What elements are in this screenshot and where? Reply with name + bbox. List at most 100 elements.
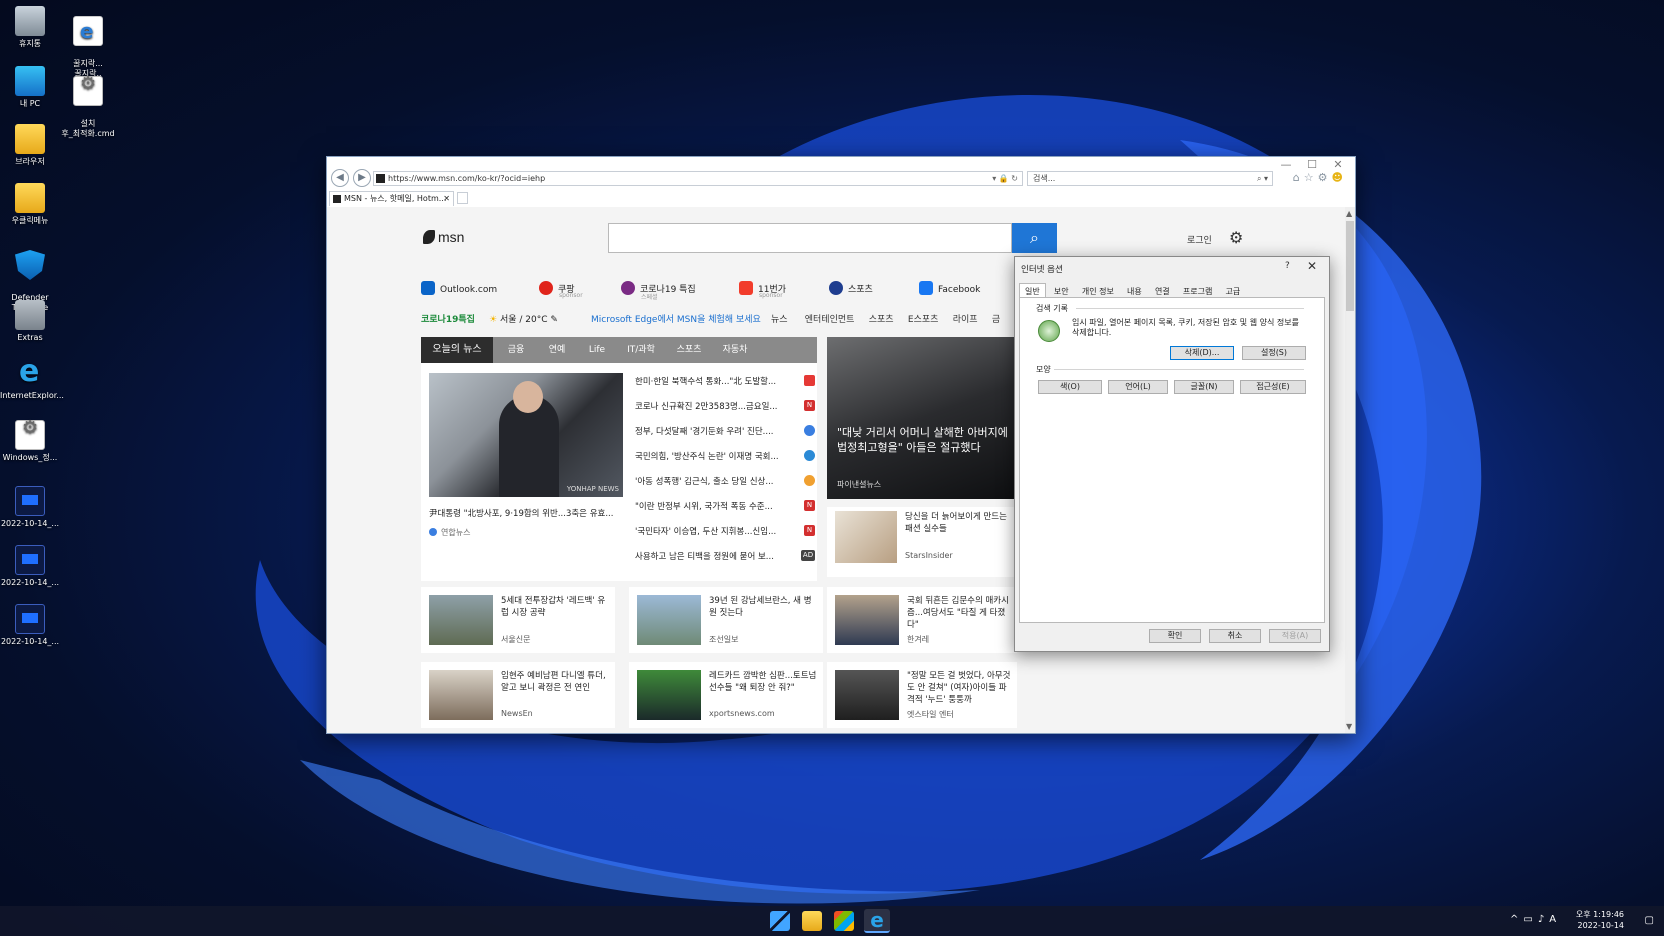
- scroll-up-icon[interactable]: ▲: [1346, 209, 1352, 218]
- volume-icon[interactable]: ♪: [1538, 914, 1549, 925]
- msn-search-button[interactable]: ⌕: [1012, 223, 1057, 253]
- desktop-icon-my-pc[interactable]: 내 PC: [0, 66, 60, 109]
- close-button[interactable]: ✕: [1325, 157, 1351, 173]
- languages-button[interactable]: 언어(L): [1108, 380, 1168, 394]
- news-card[interactable]: 5세대 전투장갑차 '레드백' 유럽 시장 공략 서울신문: [421, 587, 615, 653]
- tab-it-science[interactable]: IT/과학: [617, 337, 665, 363]
- feature-source: 파이낸셜뉴스: [837, 480, 882, 489]
- tray-chevron-icon[interactable]: ^: [1510, 914, 1523, 925]
- help-button[interactable]: ?: [1285, 261, 1290, 271]
- nav-esports[interactable]: E스포츠: [908, 315, 939, 325]
- source-badge-icon: [804, 425, 815, 436]
- news-card[interactable]: "정말 모든 걸 벗었다, 아무것도 안 걸쳐" (여자)아이들 파격적 '누드…: [827, 662, 1017, 728]
- clock[interactable]: 오후 1:19:46 2022-10-14: [1576, 909, 1624, 931]
- lead-news-headline[interactable]: 尹대통령 "北방사포, 9·19합의 위반...3축은 유효...: [429, 507, 623, 519]
- network-icon[interactable]: ▭: [1523, 914, 1537, 925]
- headline-item[interactable]: 코로나 신규확진 2만3583명...금요일... N: [635, 400, 815, 412]
- store-icon[interactable]: [834, 911, 854, 931]
- edit-pencil-icon[interactable]: ✎: [550, 315, 558, 325]
- quick-link-facebook[interactable]: Facebook: [919, 281, 980, 295]
- desktop-icon-screenshot[interactable]: 2022-10-14_...: [0, 486, 60, 529]
- news-card[interactable]: 당신을 더 늙어보이게 만드는 패션 실수들 StarsInsider: [827, 507, 1017, 577]
- maximize-button[interactable]: ☐: [1299, 157, 1325, 173]
- headline-item[interactable]: '국민타자' 이승엽, 두산 지휘봉...신임... N: [635, 525, 815, 537]
- file-explorer-icon[interactable]: [802, 911, 822, 931]
- new-tab-button[interactable]: [457, 192, 468, 204]
- delete-history-button[interactable]: 삭제(D)...: [1170, 346, 1234, 360]
- group-divider: [1076, 308, 1304, 309]
- news-card[interactable]: 국회 뒤흔든 김문수의 매카시즘...여당서도 "타질 게 타졌다" 한겨레: [827, 587, 1017, 653]
- history-settings-button[interactable]: 설정(S): [1242, 346, 1306, 360]
- desktop-icon-label: Extras: [17, 333, 43, 342]
- cancel-button[interactable]: 취소: [1209, 629, 1261, 643]
- headline-item[interactable]: 사용하고 남은 티백을 정원에 묻어 보... AD: [635, 550, 815, 562]
- dialog-close-button[interactable]: ✕: [1307, 259, 1317, 273]
- scroll-down-icon[interactable]: ▼: [1346, 722, 1352, 731]
- headline-item[interactable]: 한미·한일 북핵수석 통화..."北 도발할...: [635, 375, 815, 387]
- weather-widget[interactable]: ☀ 서울 / 20°C ✎: [489, 312, 558, 325]
- desktop-icon-internet-explorer[interactable]: InternetExplor...: [0, 354, 64, 401]
- address-actions-icon[interactable]: ▾ 🔒 ↻: [992, 172, 1018, 185]
- msn-search-input[interactable]: [608, 223, 1012, 253]
- feature-news-card[interactable]: "대낮 거리서 어머니 살해한 아버지에 법정최고형을" 아들은 절규했다 파이…: [827, 337, 1017, 499]
- msn-logo[interactable]: msn: [423, 229, 464, 245]
- desktop-icon-cmd[interactable]: 설치 후_최적화.cmd: [58, 66, 118, 149]
- address-bar[interactable]: https://www.msn.com/ko-kr/?ocid=iehp ▾ 🔒…: [373, 171, 1023, 186]
- edge-promo-link[interactable]: Microsoft Edge에서 MSN을 체험해 보세요: [591, 312, 761, 325]
- desktop-icon-screenshot[interactable]: 2022-10-14_...: [0, 545, 60, 588]
- fonts-button[interactable]: 글꼴(N): [1174, 380, 1234, 394]
- settings-gear-icon[interactable]: ⚙: [1229, 228, 1243, 247]
- quick-link-coupang[interactable]: 쿠팡 sponsor: [539, 281, 583, 299]
- tab-auto[interactable]: 자동차: [713, 337, 757, 363]
- news-card[interactable]: 임현주 예비남편 다니엘 튜더, 알고 보니 곽정은 전 연인 NewsEn: [421, 662, 615, 728]
- tab-sports[interactable]: 스포츠: [667, 337, 711, 363]
- card-source: 엣스타일 엔터: [907, 710, 954, 719]
- headline-item[interactable]: "이란 반정부 시위, 국가적 폭동 수준... N: [635, 500, 815, 512]
- tab-finance[interactable]: 금융: [497, 337, 535, 363]
- login-link[interactable]: 로그인: [1187, 233, 1212, 246]
- desktop-icon-browser-folder[interactable]: 브라우저: [0, 124, 60, 167]
- forward-button[interactable]: ▶: [353, 169, 371, 187]
- desktop-icon-recycle-bin[interactable]: 휴지통: [0, 6, 60, 49]
- quick-link-11st[interactable]: 11번가 sponsor: [739, 281, 786, 299]
- tab-close-icon[interactable]: ✕: [443, 192, 450, 206]
- quick-link-covid[interactable]: 코로나19 특집 스페셜: [621, 281, 696, 301]
- lead-news-image[interactable]: YONHAP NEWS: [429, 373, 623, 497]
- headline-item[interactable]: 국민의힘, '방산주식 논란' 이재명 국회...: [635, 450, 815, 462]
- ime-indicator[interactable]: A: [1549, 914, 1561, 925]
- back-button[interactable]: ◀: [331, 169, 349, 187]
- headline-item[interactable]: '아동 성폭행' 김근식, 출소 당일 신상...: [635, 475, 815, 487]
- quick-link-sports[interactable]: 스포츠: [829, 281, 873, 295]
- colors-button[interactable]: 색(O): [1038, 380, 1102, 394]
- internet-explorer-taskbar-icon[interactable]: e: [864, 909, 890, 933]
- ok-button[interactable]: 확인: [1149, 629, 1201, 643]
- covid-special-link[interactable]: 코로나19특집: [421, 312, 475, 325]
- start-windows-icon[interactable]: [770, 911, 790, 931]
- desktop-icon-windows-settings[interactable]: Windows_정...: [0, 420, 60, 463]
- tab-entertainment[interactable]: 연예: [537, 337, 577, 363]
- quick-link-outlook[interactable]: Outlook.com: [421, 281, 497, 295]
- tab-today-news[interactable]: 오늘의 뉴스: [421, 337, 493, 363]
- nav-entertainment[interactable]: 엔터테인먼트: [805, 315, 855, 325]
- notification-icon[interactable]: ▢: [1645, 915, 1654, 926]
- nav-sports[interactable]: 스포츠: [869, 315, 894, 325]
- nav-life[interactable]: 라이프: [953, 315, 978, 325]
- desktop-icon-label: InternetExplor...: [0, 391, 64, 400]
- vertical-scrollbar[interactable]: ▲ ▼: [1345, 207, 1355, 733]
- news-card[interactable]: 레드카드 깜박한 심판...토트넘 선수들 "왜 퇴장 안 줘?" xports…: [629, 662, 823, 728]
- headline-item[interactable]: 정부, 다섯달째 '경기둔화 우려' 진단....: [635, 425, 815, 437]
- desktop-icon-screenshot[interactable]: 2022-10-14_...: [0, 604, 60, 647]
- minimize-button[interactable]: —: [1273, 157, 1299, 173]
- accessibility-button[interactable]: 접근성(E): [1240, 380, 1306, 394]
- tab-life[interactable]: Life: [579, 337, 615, 363]
- nav-news[interactable]: 뉴스: [771, 315, 788, 325]
- search-icon[interactable]: ⌕ ▾: [1257, 172, 1268, 185]
- tab-msn[interactable]: MSN - 뉴스, 핫메일, Hotm... ✕: [329, 191, 454, 206]
- news-card[interactable]: 39년 된 강남세브란스, 새 병원 짓는다 조선일보: [629, 587, 823, 653]
- desktop-icon-context-folder[interactable]: 우클릭메뉴: [0, 183, 60, 226]
- nav-finance[interactable]: 금: [992, 315, 1000, 325]
- desktop-icon-extras[interactable]: Extras: [0, 300, 60, 343]
- scroll-thumb[interactable]: [1346, 221, 1354, 311]
- search-box[interactable]: 검색... ⌕ ▾: [1027, 171, 1273, 186]
- apply-button[interactable]: 적용(A): [1269, 629, 1321, 643]
